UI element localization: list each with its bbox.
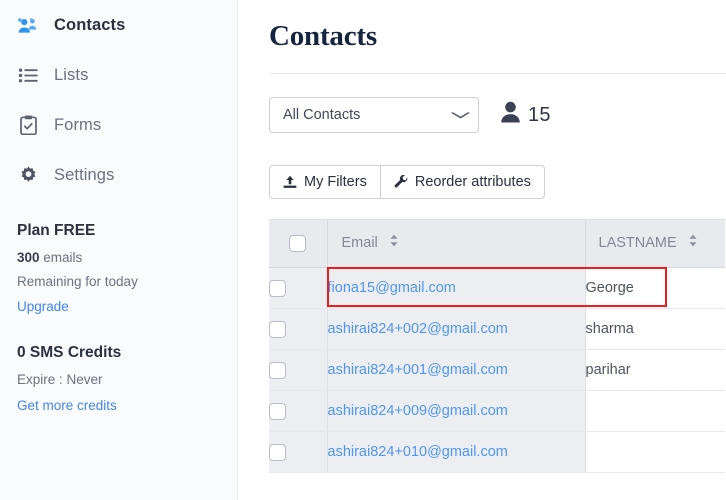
upgrade-link[interactable]: Upgrade — [17, 299, 69, 314]
wrench-icon — [394, 175, 408, 189]
row-lastname: parihar — [585, 349, 725, 391]
get-more-credits-link[interactable]: Get more credits — [17, 398, 117, 413]
row-email[interactable]: ashirai824+001@gmail.com — [327, 349, 586, 391]
sms-block: 0 SMS Credits Expire : Never Get more cr… — [0, 344, 237, 415]
column-header-email[interactable]: Email — [327, 220, 586, 268]
contacts-table: Email LASTNAME fiona15@gmail.com George … — [269, 220, 725, 473]
plan-title: Plan FREE — [17, 222, 96, 239]
sidebar-item-settings[interactable]: Settings — [0, 150, 237, 200]
row-lastname: George — [585, 267, 725, 309]
sort-arrows-icon — [389, 234, 399, 252]
row-checkbox-cell — [269, 308, 328, 350]
reorder-attributes-button[interactable]: Reorder attributes — [380, 165, 545, 199]
row-lastname: sharma — [585, 308, 725, 350]
sidebar-item-lists[interactable]: Lists — [0, 50, 237, 100]
row-checkbox-cell — [269, 431, 328, 473]
contacts-table-wrapper: Email LASTNAME fiona15@gmail.com George … — [269, 219, 726, 473]
table-row[interactable]: ashirai824+009@gmail.com — [269, 390, 725, 432]
list-icon — [16, 63, 40, 87]
row-checkbox[interactable] — [269, 443, 286, 461]
gear-icon — [16, 163, 40, 187]
sidebar: Contacts Lists Forms Settings Plan FREE … — [0, 0, 238, 500]
select-all-checkbox[interactable] — [289, 234, 307, 252]
my-filters-button[interactable]: My Filters — [269, 165, 381, 199]
row-checkbox[interactable] — [269, 402, 286, 420]
app-root: Contacts Lists Forms Settings Plan FREE … — [0, 0, 726, 500]
clipboard-check-icon — [16, 113, 40, 137]
sms-expire: Expire : Never — [17, 372, 103, 388]
plan-emails: 300 emails — [17, 249, 221, 267]
table-row[interactable]: ashirai824+001@gmail.com parihar — [269, 349, 725, 391]
row-checkbox-cell — [269, 390, 328, 432]
my-filters-label: My Filters — [304, 174, 367, 190]
reorder-attributes-label: Reorder attributes — [414, 174, 531, 190]
sidebar-item-label: Lists — [54, 65, 89, 84]
sidebar-item-contacts[interactable]: Contacts — [0, 0, 237, 50]
row-checkbox-cell — [269, 349, 328, 391]
filter-row: All Contacts 15 — [238, 74, 726, 133]
sms-title: 0 SMS Credits — [17, 344, 122, 362]
plan-remaining: Remaining for today — [17, 273, 138, 289]
row-email[interactable]: ashirai824+009@gmail.com — [327, 390, 586, 432]
upload-icon — [283, 175, 297, 189]
row-email[interactable]: ashirai824+002@gmail.com — [327, 308, 586, 350]
page-title: Contacts — [269, 20, 377, 52]
row-checkbox[interactable] — [269, 320, 286, 338]
contact-count: 15 — [500, 101, 551, 129]
column-header-email-label: Email — [341, 235, 378, 252]
users-group-icon — [16, 13, 40, 37]
table-row[interactable]: ashirai824+002@gmail.com sharma — [269, 308, 725, 350]
plan-emails-word: emails — [39, 250, 83, 265]
row-email[interactable]: ashirai824+010@gmail.com — [327, 431, 586, 473]
plan-emails-count: 300 — [17, 250, 40, 265]
contact-count-value: 15 — [528, 103, 551, 126]
table-header-row: Email LASTNAME — [269, 220, 725, 268]
row-lastname — [585, 390, 725, 432]
row-checkbox[interactable] — [269, 279, 286, 297]
row-checkbox[interactable] — [269, 361, 286, 379]
contact-filter-select[interactable]: All Contacts — [269, 97, 479, 133]
sidebar-nav: Contacts Lists Forms Settings — [0, 0, 237, 200]
row-email[interactable]: fiona15@gmail.com — [327, 267, 586, 309]
main-content: Contacts All Contacts 15 My Filters Reor… — [238, 0, 726, 500]
plan-block: Plan FREE 300 emails Remaining for today… — [0, 222, 237, 316]
chevron-down-icon — [451, 109, 470, 120]
person-icon — [500, 101, 521, 129]
column-header-lastname-label: LASTNAME — [598, 235, 677, 252]
contact-filter-value: All Contacts — [283, 107, 361, 123]
table-row[interactable]: ashirai824+010@gmail.com — [269, 431, 725, 473]
sidebar-item-forms[interactable]: Forms — [0, 100, 237, 150]
sidebar-item-label: Settings — [54, 165, 115, 184]
select-all-header — [269, 220, 328, 268]
toolbar-buttons: My Filters Reorder attributes — [238, 133, 726, 199]
sidebar-item-label: Forms — [54, 115, 102, 134]
sidebar-item-label: Contacts — [54, 15, 126, 34]
column-header-lastname[interactable]: LASTNAME — [585, 220, 725, 268]
table-row[interactable]: fiona15@gmail.com George — [269, 267, 725, 309]
table-head: Email LASTNAME — [269, 220, 725, 268]
sort-arrows-icon — [688, 234, 698, 252]
row-lastname — [585, 431, 725, 473]
table-body: fiona15@gmail.com George ashirai824+002@… — [269, 267, 725, 473]
row-checkbox-cell — [269, 267, 328, 309]
